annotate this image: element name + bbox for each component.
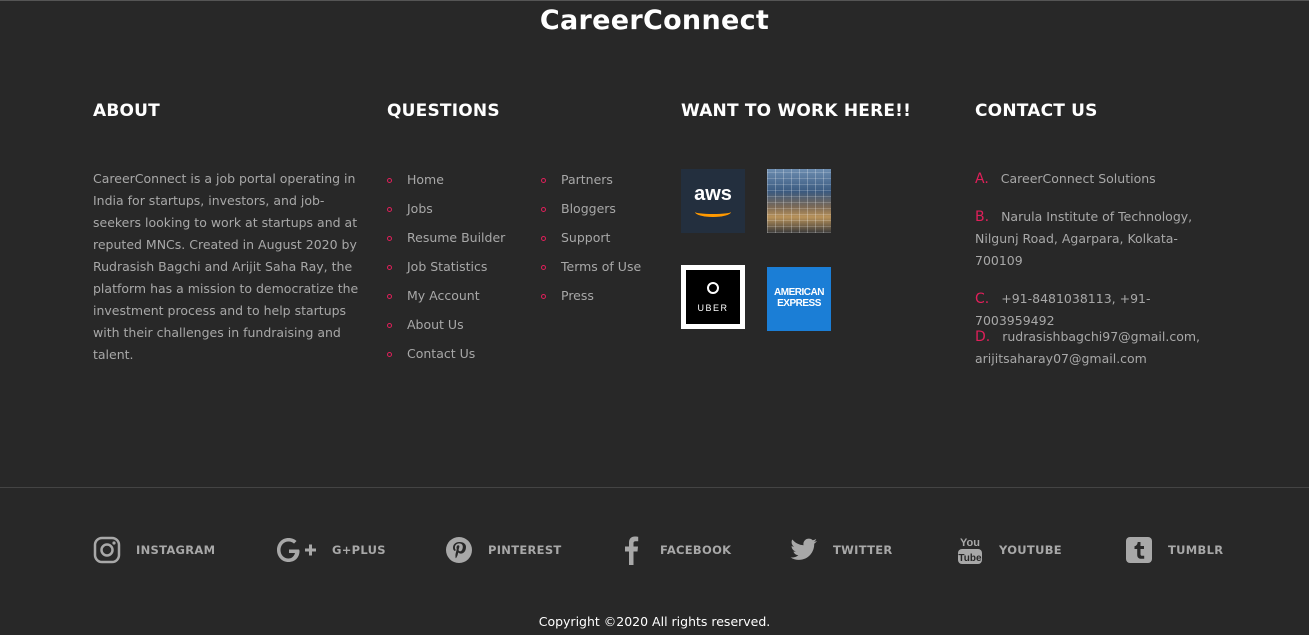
link-label: Contact Us [407,346,476,361]
social-youtube[interactable]: You Tube YOUTUBE [955,535,1062,565]
building-logo[interactable] [767,169,831,233]
link-label: Jobs [407,201,433,216]
link-label: Bloggers [561,201,616,216]
contact-text: +91-8481038113, +91-7003959492 [975,291,1151,328]
bullet-icon [541,178,546,183]
link-about-us[interactable]: About Us [387,315,505,344]
link-label: About Us [407,317,464,332]
contact-email: D. rudrasishbagchi97@gmail.com, arijitsah… [975,326,1225,370]
brand-title: CareerConnect [539,5,770,36]
divider [0,487,1309,488]
contact-letter: B. [975,209,990,225]
instagram-icon [92,535,122,565]
youtube-icon: You Tube [955,535,985,565]
aws-logo-text: aws [694,183,732,205]
about-heading: ABOUT [93,101,160,121]
link-label: Resume Builder [407,230,506,245]
bullet-icon [387,352,392,357]
uber-ring-icon [707,282,719,294]
questions-heading: QUESTIONS [387,101,500,121]
social-label: YOUTUBE [999,543,1062,557]
social-label: G+PLUS [332,543,386,557]
tumblr-icon [1124,535,1154,565]
work-heading: WANT TO WORK HERE!! [681,101,912,121]
bullet-icon [387,294,392,299]
link-label: Support [561,230,611,245]
twitter-icon [789,535,819,565]
bullet-icon [387,265,392,270]
link-my-account[interactable]: My Account [387,286,505,315]
contact-text: Narula Institute of Technology, Nilgunj … [975,209,1193,268]
bullet-icon [541,207,546,212]
link-label: Terms of Use [561,259,642,274]
amex-logo[interactable]: AMERICAN EXPRESS [767,267,831,331]
link-bloggers[interactable]: Bloggers [541,199,641,228]
social-facebook[interactable]: FACEBOOK [616,535,731,565]
link-label: Job Statistics [407,259,488,274]
social-twitter[interactable]: TWITTER [789,535,893,565]
contact-letter: A. [975,171,989,187]
link-support[interactable]: Support [541,228,641,257]
google-plus-icon [274,535,318,565]
social-instagram[interactable]: INSTAGRAM [92,535,215,565]
aws-logo[interactable]: aws [681,169,745,233]
link-label: My Account [407,288,480,303]
link-jobs[interactable]: Jobs [387,199,505,228]
bullet-icon [541,265,546,270]
contact-letter: D. [975,329,991,345]
uber-logo-inner: UBER [686,270,740,324]
link-label: Partners [561,172,613,187]
bullet-icon [387,323,392,328]
contact-letter: C. [975,291,990,307]
bullet-icon [541,294,546,299]
amex-logo-text: AMERICAN EXPRESS [774,287,824,309]
building-image [767,169,831,233]
social-tumblr[interactable]: TUMBLR [1124,535,1223,565]
social-label: TUMBLR [1168,543,1224,557]
social-label: FACEBOOK [660,543,732,557]
social-pinterest[interactable]: PINTEREST [444,535,562,565]
link-job-statistics[interactable]: Job Statistics [387,257,505,286]
svg-text:Tube: Tube [958,553,982,564]
contact-company: A. CareerConnect Solutions [975,168,1225,190]
questions-list-1: Home Jobs Resume Builder Job Statistics … [387,170,505,373]
svg-text:You: You [960,537,980,549]
contact-text: rudrasishbagchi97@gmail.com, arijitsahar… [975,329,1201,366]
link-label: Home [407,172,444,187]
bullet-icon [541,236,546,241]
pinterest-icon [444,535,474,565]
link-resume-builder[interactable]: Resume Builder [387,228,505,257]
bullet-icon [387,236,392,241]
uber-logo-text: UBER [697,303,729,313]
questions-list-2: Partners Bloggers Support Terms of Use P… [541,170,641,315]
link-contact-us[interactable]: Contact Us [387,344,505,373]
copyright: Copyright ©2020 All rights reserved. [538,614,771,629]
contact-address: B. Narula Institute of Technology, Nilgun… [975,206,1225,272]
social-label: TWITTER [833,543,893,557]
about-text: CareerConnect is a job portal operating … [93,171,359,362]
uber-logo[interactable]: UBER [681,265,745,329]
facebook-icon [616,535,646,565]
link-terms-of-use[interactable]: Terms of Use [541,257,641,286]
social-google-plus[interactable]: G+PLUS [274,535,386,565]
bullet-icon [387,178,392,183]
contact-heading: CONTACT US [975,101,1098,121]
contact-text: CareerConnect Solutions [1000,171,1156,186]
social-label: PINTEREST [488,543,562,557]
link-home[interactable]: Home [387,170,505,199]
link-label: Press [561,288,594,303]
link-press[interactable]: Press [541,286,641,315]
link-partners[interactable]: Partners [541,170,641,199]
aws-smile-icon [695,207,731,217]
bullet-icon [387,207,392,212]
social-label: INSTAGRAM [136,543,216,557]
